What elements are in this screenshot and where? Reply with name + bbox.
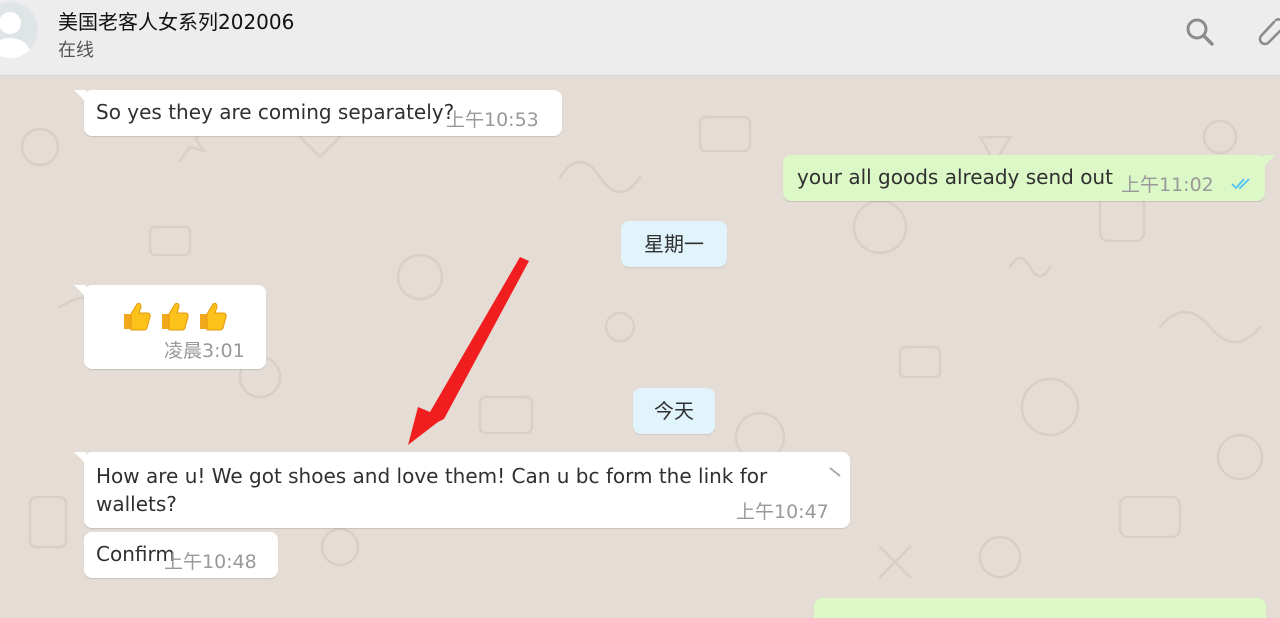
conversation-panel[interactable]: So yes they are coming separately? 上午10:…: [0, 77, 1280, 618]
message-time: 凌晨3:01: [164, 340, 245, 362]
message-text: your all goods already send out: [797, 165, 1113, 189]
double-check-icon: [1231, 178, 1250, 190]
default-avatar-icon[interactable]: [0, 2, 38, 58]
message-time: 上午10:47: [736, 501, 829, 523]
search-icon[interactable]: [1184, 14, 1216, 50]
thumbs-up-icon: [200, 302, 227, 331]
emoji-row: [120, 299, 230, 333]
date-divider: 星期一: [621, 221, 727, 267]
message-outgoing[interactable]: your all goods already send out 上午11:02: [783, 155, 1275, 201]
thumbs-up-icon: [124, 302, 151, 331]
contact-name[interactable]: 美国老客人女系列202006: [58, 6, 294, 35]
message-incoming[interactable]: Confirm 上午10:48: [84, 532, 278, 578]
message-time: 上午10:53: [446, 109, 539, 131]
message-outgoing[interactable]: [814, 598, 1266, 618]
message-text: Confirm: [96, 542, 175, 566]
message-incoming[interactable]: 凌晨3:01: [74, 285, 266, 369]
message-text-line: How are u! We got shoes and love them! C…: [96, 464, 768, 488]
message-text-line: wallets?: [96, 492, 177, 516]
message-text: So yes they are coming separately?: [96, 100, 455, 124]
message-incoming[interactable]: So yes they are coming separately? 上午10:…: [74, 90, 562, 136]
message-time: 上午10:48: [164, 551, 257, 573]
message-time: 上午11:02: [1121, 174, 1214, 196]
chat-header: 美国老客人女系列202006 在线: [0, 0, 1280, 76]
message-incoming[interactable]: How are u! We got shoes and love them! C…: [74, 452, 850, 528]
paperclip-icon[interactable]: [1252, 14, 1280, 50]
date-divider: 今天: [633, 388, 715, 434]
thumbs-up-icon: [162, 302, 189, 331]
chevron-down-icon[interactable]: [828, 466, 842, 478]
contact-status: 在线: [58, 40, 94, 61]
